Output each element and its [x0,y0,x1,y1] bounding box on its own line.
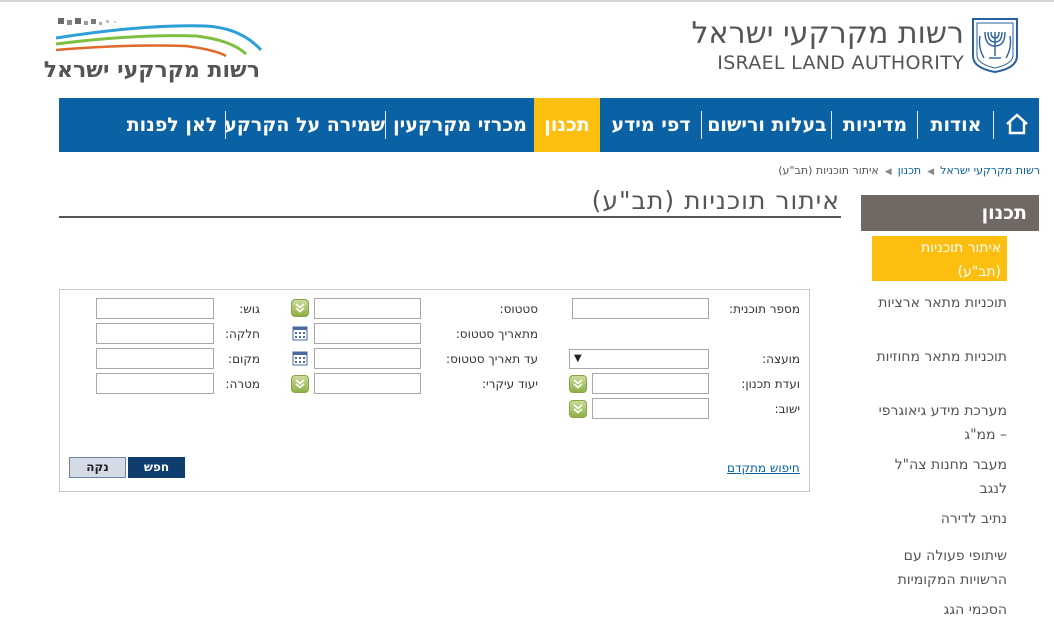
committee-label: ועדת תכנון: [741,377,800,391]
calendar-icon[interactable] [292,350,308,366]
main-purpose-picker-button[interactable] [291,375,309,393]
top-border [0,0,1054,2]
status-date-from-label: מתאריך סטטוס: [455,327,538,341]
nav-separator [225,111,226,139]
nav-ownership[interactable]: בעלות ורישום [703,98,831,152]
double-chevron-down-icon [295,379,305,389]
committee-picker-button[interactable] [569,375,587,393]
nav-info-pages[interactable]: דפי מידע [601,98,701,152]
double-chevron-down-icon [573,404,583,414]
status-date-to-input[interactable] [314,348,421,369]
council-select[interactable]: ▼ [569,349,709,369]
breadcrumb-arrow-icon: ◀ [884,167,892,177]
nav-home[interactable] [995,98,1039,152]
nav-where-to-turn[interactable]: לאן לפנות [119,98,225,152]
block-label: גוש: [239,302,260,316]
home-icon [1006,113,1028,135]
main-purpose-input[interactable] [314,373,421,394]
nav-land-protection[interactable]: שמירה על הקרקע [224,98,385,152]
place-input[interactable] [96,348,214,369]
search-button[interactable]: חפש [128,457,185,478]
status-date-to-label: עד תאריך סטטוס: [446,352,538,366]
breadcrumb-planning-link[interactable]: תכנון [898,164,921,177]
nav-separator [993,111,994,139]
status-picker-button[interactable] [291,299,309,317]
double-chevron-down-icon [573,379,583,389]
breadcrumb: רשות מקרקעי ישראל ◀ תכנון ◀ איתור תוכניות (ת… [778,164,1040,177]
nav-separator [831,111,832,139]
breadcrumb-home-link[interactable]: רשות מקרקעי ישראל [940,164,1040,177]
title-underline [59,216,841,218]
nav-separator [385,111,386,139]
clear-button[interactable]: נקה [69,457,126,478]
place-label: מקום: [228,352,260,366]
authority-name-hebrew: רשות מקרקעי ישראל [691,16,964,51]
council-label: מועצה: [762,352,800,366]
sidebar-item-path-to-apartment[interactable]: נתיב לדירה [872,507,1007,531]
sidebar-item-plan-search[interactable]: איתור תוכניות (תב"ע) [872,236,1007,281]
goal-input[interactable] [96,373,214,394]
ila-logo[interactable]: רשות מקרקעי ישראל ISRAEL LAND AUTHORITY [691,14,1034,78]
sidebar-item-local-cooperation[interactable]: שיתופי פעולה עם הרשויות המקומיות [872,544,1007,592]
dropdown-arrow-icon: ▼ [574,353,582,364]
block-input[interactable] [96,298,214,319]
parcel-input[interactable] [96,323,214,344]
main-purpose-label: יעוד עיקרי: [481,377,538,391]
goal-label: מטרה: [225,377,260,391]
plan-number-label: מספר תוכנית: [729,302,800,316]
nav-policy[interactable]: מדיניות [833,98,917,152]
plan-number-input[interactable] [572,298,709,319]
status-label: סטטוס: [499,302,538,316]
sidebar-heading: תכנון [861,195,1039,231]
page-title: איתור תוכניות (תב"ע) [591,186,840,215]
sidebar-item-national-plans[interactable]: תוכניות מתאר ארציות [872,291,1007,315]
nav-land-tenders[interactable]: מכרזי מקרקעין [387,98,533,152]
sidebar-item-district-plans[interactable]: תוכניות מתאר מחוזיות [872,345,1007,369]
nav-planning[interactable]: תכנון [534,98,600,152]
settlement-input[interactable] [592,398,709,419]
double-chevron-down-icon [295,303,305,313]
settlement-picker-button[interactable] [569,400,587,418]
nav-separator [701,111,702,139]
left-logo-text: רשות מקרקעי ישראל [43,58,260,83]
settlement-label: ישוב: [774,402,800,416]
sidebar-item-gis[interactable]: מערכת מידע גיאוגרפי – ממ"ג [872,399,1007,447]
nav-about[interactable]: אודות [919,98,993,152]
sidebar-item-umbrella-agreements[interactable]: הסכמי הגג [872,598,1007,622]
advanced-search-link[interactable]: חיפוש מתקדם [727,461,800,475]
ila-graphic-logo[interactable]: רשות מקרקעי ישראל [44,14,268,86]
authority-name-english: ISRAEL LAND AUTHORITY [717,52,964,74]
main-nav: אודות מדיניות בעלות ורישום דפי מידע תכנו… [59,98,1039,152]
nav-separator [917,111,918,139]
breadcrumb-current: איתור תוכניות (תב"ע) [778,164,879,177]
calendar-icon[interactable] [292,325,308,341]
status-input[interactable] [314,298,421,319]
state-emblem-icon [972,18,1018,74]
status-date-from-input[interactable] [314,323,421,344]
logo-graphic-icon [56,18,263,58]
committee-input[interactable] [592,373,709,394]
parcel-label: חלקה: [224,327,260,341]
sidebar-item-idf-relocation[interactable]: מעבר מחנות צה"ל לנגב [872,453,1007,501]
breadcrumb-arrow-icon: ◀ [927,167,935,177]
